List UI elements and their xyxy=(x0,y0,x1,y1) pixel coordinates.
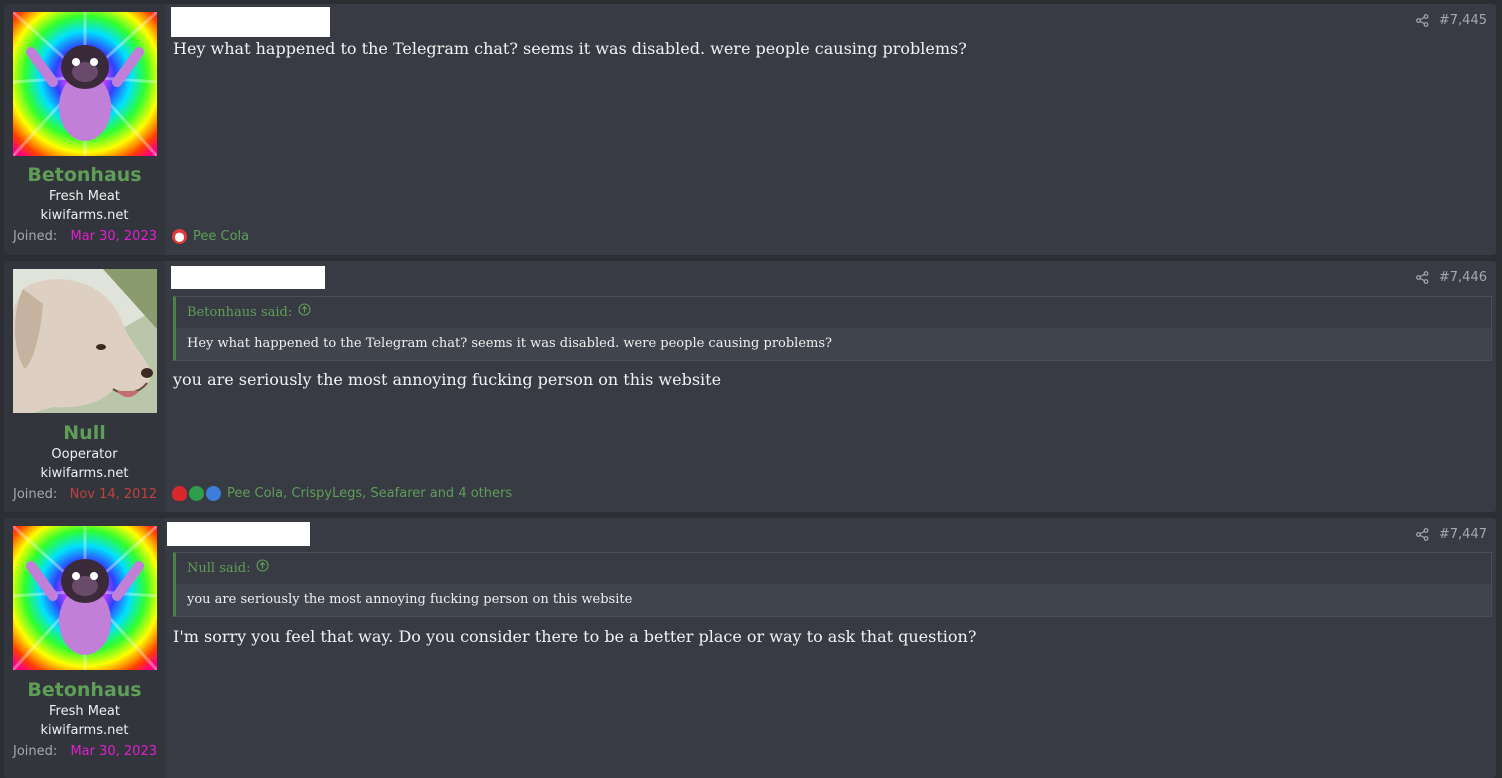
redacted-header xyxy=(171,266,325,289)
username[interactable]: Null xyxy=(4,422,165,444)
quote-header[interactable]: Null said: xyxy=(176,553,1491,584)
quote-header[interactable]: Betonhaus said: xyxy=(176,297,1491,328)
quote-block: Null said: you are seriously the most an… xyxy=(173,552,1492,617)
arrow-up-circle-icon[interactable] xyxy=(256,553,270,584)
user-cell: Betonhaus Fresh Meat kiwifarms.net Joine… xyxy=(4,4,165,255)
quote-text: you are seriously the most annoying fuck… xyxy=(176,584,1491,616)
username[interactable]: Betonhaus xyxy=(4,164,165,186)
avatar[interactable] xyxy=(13,12,157,156)
reactions-bar[interactable]: Pee Cola xyxy=(172,229,249,244)
quote-author[interactable]: Null said: xyxy=(187,553,250,584)
joined-label: Joined: xyxy=(13,744,58,759)
quote-author[interactable]: Betonhaus said: xyxy=(187,297,292,328)
joined-date: Mar 30, 2023 xyxy=(70,744,157,759)
like-reaction-icon xyxy=(206,486,221,501)
post-number[interactable]: #7,446 xyxy=(1439,270,1487,285)
user-title: Fresh Meat xyxy=(48,704,120,719)
post-meta: #7,446 xyxy=(1415,270,1487,285)
post-7446: Null Ooperator kiwifarms.net Joined: Nov… xyxy=(4,261,1496,512)
check-reaction-icon xyxy=(189,486,204,501)
reactions-text[interactable]: Pee Cola xyxy=(193,229,249,244)
username[interactable]: Betonhaus xyxy=(4,679,165,701)
post-number[interactable]: #7,447 xyxy=(1439,527,1487,542)
arrow-up-circle-icon[interactable] xyxy=(298,297,311,328)
user-title: Ooperator xyxy=(51,447,118,462)
post-meta: #7,445 xyxy=(1415,13,1487,28)
quote-text: Hey what happened to the Telegram chat? … xyxy=(176,328,1491,360)
share-icon[interactable] xyxy=(1415,271,1429,284)
message-body: you are seriously the most annoying fuck… xyxy=(173,370,722,389)
share-icon[interactable] xyxy=(1415,528,1429,541)
heart-reaction-icon xyxy=(172,486,187,501)
message-body: Hey what happened to the Telegram chat? … xyxy=(173,39,967,58)
user-cell: Betonhaus Fresh Meat kiwifarms.net Joine… xyxy=(4,518,165,778)
reactions-text[interactable]: Pee Cola, CrispyLegs, Seafarer and 4 oth… xyxy=(227,486,512,501)
joined-label: Joined: xyxy=(13,487,58,502)
avatar[interactable] xyxy=(13,526,157,670)
post-7447: Betonhaus Fresh Meat kiwifarms.net Joine… xyxy=(4,518,1496,778)
user-banner: kiwifarms.net xyxy=(40,466,129,481)
message-body: I'm sorry you feel that way. Do you cons… xyxy=(173,627,977,646)
user-title: Fresh Meat xyxy=(48,189,120,204)
post-number[interactable]: #7,445 xyxy=(1439,13,1487,28)
user-banner: kiwifarms.net xyxy=(40,208,129,223)
user-banner: kiwifarms.net xyxy=(40,723,129,738)
reactions-bar[interactable]: Pee Cola, CrispyLegs, Seafarer and 4 oth… xyxy=(172,486,512,501)
post-7445: Betonhaus Fresh Meat kiwifarms.net Joine… xyxy=(4,4,1496,255)
joined-label: Joined: xyxy=(13,229,58,244)
redacted-header xyxy=(171,7,330,37)
avatar[interactable] xyxy=(13,269,157,413)
joined-date: Nov 14, 2012 xyxy=(69,487,157,502)
share-icon[interactable] xyxy=(1415,14,1429,27)
quote-block: Betonhaus said: Hey what happened to the… xyxy=(173,296,1492,361)
post-meta: #7,447 xyxy=(1415,527,1487,542)
clock-reaction-icon xyxy=(172,229,187,244)
user-cell: Null Ooperator kiwifarms.net Joined: Nov… xyxy=(4,261,165,512)
joined-date: Mar 30, 2023 xyxy=(70,229,157,244)
redacted-header xyxy=(167,522,310,546)
